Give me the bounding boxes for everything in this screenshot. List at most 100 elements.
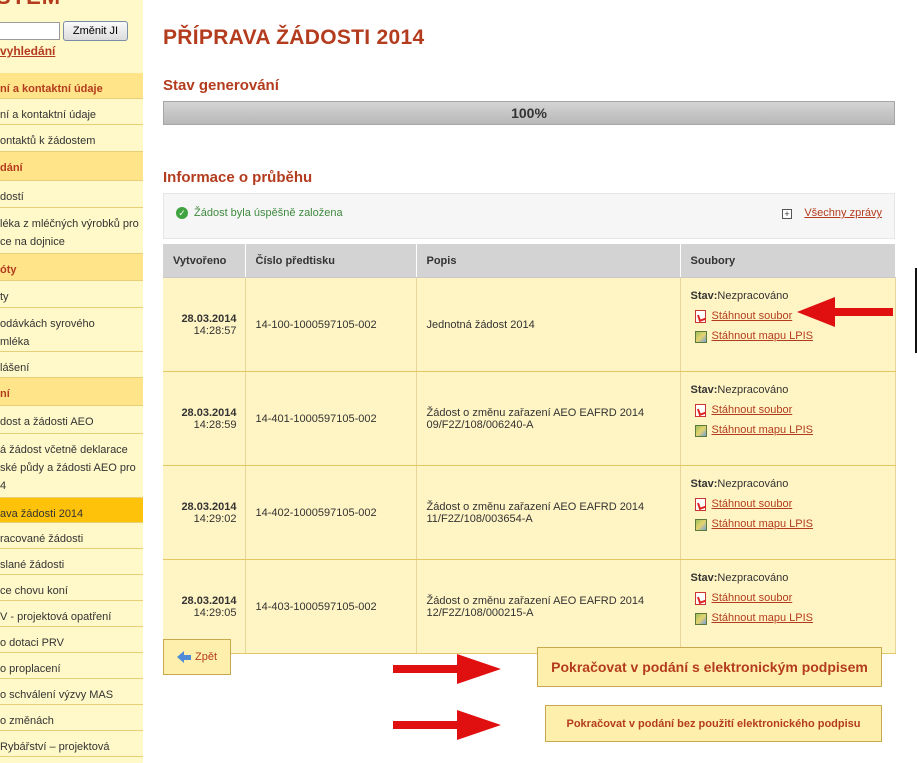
sidebar-item[interactable]: o proplacení [0,653,143,679]
sidebar-item[interactable]: óty [0,254,143,281]
sidebar-item[interactable]: o dotaci PRV [0,627,143,653]
sidebar-item-label: racované žádosti [0,533,84,545]
sidebar-top: STÉM Změnit JI vyhledání [0,0,143,73]
description-cell: Žádost o změnu zařazení AEO EAFRD 2014 11… [416,465,681,560]
sidebar-item-label: ontaktů k žádostem [0,135,96,147]
all-messages-link[interactable]: Všechny zprávy [804,207,882,219]
pdf-icon [694,404,706,417]
status-value: Nezpracováno [717,478,789,490]
sidebar-item-label: o změnách [0,715,54,727]
sidebar-item-label: lášení [0,362,30,374]
generation-heading: Stav generování [163,77,279,94]
status-label: Stav: [690,478,718,490]
sidebar-item-label: o schválení výzvy MAS [0,689,114,701]
sidebar-item[interactable]: lášení [0,352,143,378]
pdf-icon [694,310,706,323]
sidebar-item-label: ní a kontaktní údaje [0,83,103,95]
sidebar: STÉM Změnit JI vyhledání ní a kontaktní … [0,0,143,763]
sidebar-item-label: dost a žádosti AEO [0,416,94,428]
download-file-link[interactable]: Stáhnout soubor [712,403,793,418]
download-map-link[interactable]: Stáhnout mapu LPIS [712,611,814,626]
sidebar-item[interactable]: ontaktů k žádostem [0,125,143,152]
sidebar-item[interactable]: ní a kontaktní údaje [0,99,143,125]
info-heading: Informace o průběhu [163,169,313,186]
sidebar-item[interactable]: dost a žádosti AEO [0,406,143,434]
sidebar-item[interactable]: racované žádosti [0,523,143,549]
map-icon [694,518,707,531]
table-row: 28.03.2014 14:28:59 14-401-1000597105-002 Ž… [163,371,896,466]
number-cell: 14-403-1000597105-002 [245,559,417,654]
download-map-row: Stáhnout mapu LPIS [691,611,895,626]
table-row: 28.03.2014 14:29:02 14-402-1000597105-002 Ž… [163,465,896,560]
change-ji-button[interactable]: Změnit JI [63,21,128,41]
status-line: Stav:Nezpracováno [691,383,895,398]
download-file-link[interactable]: Stáhnout soubor [712,497,793,512]
back-button-label: Zpět [194,651,217,663]
map-icon [694,424,707,437]
page-title: PŘÍPRAVA ŽÁDOSTI 2014 [163,26,425,49]
download-map-link[interactable]: Stáhnout mapu LPIS [712,329,814,344]
ji-input[interactable] [0,22,60,40]
status-value: Nezpracováno [717,572,789,584]
sidebar-item[interactable]: V - projektová opatření [0,601,143,627]
sidebar-item[interactable]: ní a kontaktní údaje [0,73,143,99]
sidebar-item[interactable]: ní [0,378,143,406]
map-icon [694,612,707,625]
download-map-link[interactable]: Stáhnout mapu LPIS [712,517,814,532]
main-content: PŘÍPRAVA ŽÁDOSTI 2014 Stav generování 10… [143,0,917,763]
arrow-left-icon [176,651,184,663]
table-header-row: Vytvořeno Číslo předtisku Popis Soubory [163,244,896,278]
expand-plus-icon[interactable]: + [782,209,792,219]
progress-text: 100% [511,105,547,121]
sidebar-item[interactable]: dání [0,152,143,181]
number-cell: 14-401-1000597105-002 [245,371,417,466]
table-body: 28.03.2014 14:28:57 14-100-1000597105-002 J… [163,277,896,654]
sidebar-item-label: ské půdy a žádosti AEO pro [0,462,136,474]
created-date: 28.03.2014 [181,594,237,607]
sidebar-item-label: ce na dojnice [0,236,65,248]
sidebar-item[interactable]: slané žádosti [0,549,143,575]
download-map-link[interactable]: Stáhnout mapu LPIS [712,423,814,438]
sidebar-item[interactable]: ty [0,281,143,308]
files-cell: Stav:Nezpracováno Stáhnout soubor Stáhnout… [680,371,896,466]
description-cell: Žádost o změnu zařazení AEO EAFRD 2014 09… [416,371,681,466]
description-line1: Jednotná žádost 2014 [426,318,535,331]
download-file-link[interactable]: Stáhnout soubor [712,309,793,324]
created-time: 14:29:05 [193,606,237,619]
files-cell: Stav:Nezpracováno Stáhnout soubor Stáhnout… [680,559,896,654]
annotation-arrow-left [797,297,893,327]
number-cell: 14-402-1000597105-002 [245,465,417,560]
sidebar-item[interactable]: á žádost včetně deklarace ské půdy a žádo… [0,434,143,498]
advanced-search-link[interactable]: vyhledání [0,44,55,58]
col-created: Vytvořeno [163,244,246,278]
sidebar-item[interactable]: ce chovu koní [0,575,143,601]
sidebar-item-label: ní a kontaktní údaje [0,109,97,121]
download-map-row: Stáhnout mapu LPIS [691,517,895,532]
created-cell: 28.03.2014 14:28:57 [163,277,246,372]
sidebar-item[interactable]: Rybářství – projektová [0,731,143,757]
created-cell: 28.03.2014 14:28:59 [163,371,246,466]
sidebar-item[interactable]: o schválení výzvy MAS [0,679,143,705]
sidebar-item[interactable]: léka z mléčných výrobků pro ce na dojnice [0,208,143,254]
sidebar-item[interactable]: dostí [0,181,143,208]
created-date: 28.03.2014 [181,406,237,419]
col-number: Číslo předtisku [245,244,417,278]
created-date: 28.03.2014 [181,500,237,513]
download-file-link[interactable]: Stáhnout soubor [712,591,793,606]
status-label: Stav: [690,290,718,302]
sidebar-item-label: dostí [0,191,24,203]
created-time: 14:28:59 [193,418,237,431]
continue-without-signature-button[interactable]: Pokračovat v podání bez použití elektron… [545,705,882,742]
back-button[interactable]: Zpět [163,639,231,675]
status-label: Stav: [690,384,718,396]
sidebar-item-label: léka z mléčných výrobků pro [0,218,139,230]
sidebar-item-label: ní [0,388,10,400]
sidebar-item[interactable]: o změnách [0,705,143,731]
continue-with-signature-button[interactable]: Pokračovat v podání s elektronickým podp… [537,647,882,687]
download-map-row: Stáhnout mapu LPIS [691,423,895,438]
download-map-row: Stáhnout mapu LPIS [691,329,895,344]
sidebar-item[interactable]: ava žádosti 2014 [0,498,143,523]
generation-progress-bar: 100% [163,101,895,125]
sidebar-item-label: o proplacení [0,663,61,675]
sidebar-item[interactable]: odávkách syrového mléka [0,308,143,352]
